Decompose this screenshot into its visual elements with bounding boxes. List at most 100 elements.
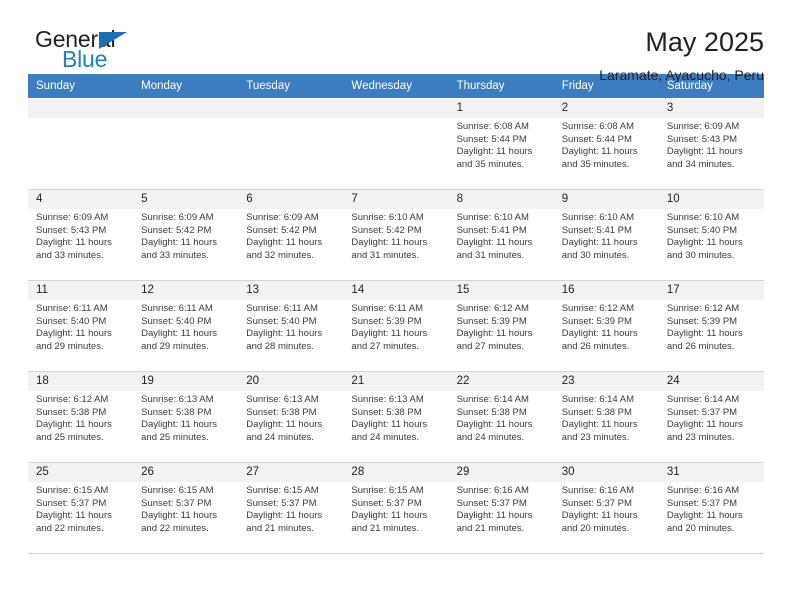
sunrise-text: Sunrise: 6:11 AM: [246, 303, 318, 314]
daylight-text-line1: Daylight: 11 hours: [36, 237, 112, 249]
sunrise-text: Sunrise: 6:15 AM: [351, 485, 424, 496]
day-number: 28: [343, 463, 449, 482]
day-details: Sunrise: 6:09 AM Sunset: 5:43 PM Daylight:…: [659, 118, 764, 171]
calendar-day-cell[interactable]: 25 Sunrise: 6:15 AM Sunset: 5:37 PM Dayligh…: [28, 462, 134, 554]
daylight-text-line1: Daylight: 11 hours: [456, 510, 533, 522]
day-number: 14: [343, 281, 449, 300]
calendar-day-cell[interactable]: 12 Sunrise: 6:11 AM Sunset: 5:40 PM Dayligh…: [133, 280, 239, 372]
calendar-day-cell[interactable]: 30 Sunrise: 6:16 AM Sunset: 5:37 PM Dayligh…: [553, 462, 659, 554]
day-details: Sunrise: 6:10 AM Sunset: 5:41 PM Daylight:…: [449, 209, 554, 262]
sunrise-text: Sunrise: 6:12 AM: [456, 303, 529, 314]
daylight-text-line1: Daylight: 11 hours: [141, 328, 218, 340]
sunrise-text: Sunrise: 6:12 AM: [36, 394, 109, 405]
day-number: 15: [448, 281, 554, 300]
calendar-day-cell[interactable]: 17 Sunrise: 6:12 AM Sunset: 5:39 PM Dayligh…: [658, 280, 764, 372]
day-number: 1: [448, 99, 554, 118]
calendar-day-cell[interactable]: 8 Sunrise: 6:10 AM Sunset: 5:41 PM Daylight…: [448, 189, 554, 281]
day-number: 27: [238, 463, 344, 482]
daylight-text-line2: and 20 minutes.: [666, 522, 735, 534]
calendar-day-cell[interactable]: 6 Sunrise: 6:09 AM Sunset: 5:42 PM Daylight…: [238, 189, 344, 281]
calendar-day-cell[interactable]: 14 Sunrise: 6:11 AM Sunset: 5:39 PM Dayligh…: [343, 280, 449, 372]
daylight-text-line2: and 21 minutes.: [246, 522, 314, 534]
calendar-day-cell[interactable]: 29 Sunrise: 6:16 AM Sunset: 5:37 PM Dayligh…: [448, 462, 554, 554]
day-details: Sunrise: 6:13 AM Sunset: 5:38 PM Daylight:…: [133, 391, 238, 444]
sunset-text: Sunset: 5:37 PM: [666, 406, 738, 418]
day-number-placeholder: [238, 99, 344, 118]
day-details: Sunrise: 6:12 AM Sunset: 5:39 PM Daylight:…: [449, 300, 554, 353]
daylight-text-line2: and 26 minutes.: [666, 340, 735, 352]
daylight-text-line2: and 21 minutes.: [351, 522, 420, 534]
day-details: Sunrise: 6:11 AM Sunset: 5:40 PM Daylight:…: [238, 300, 343, 353]
calendar-day-cell[interactable]: 7 Sunrise: 6:10 AM Sunset: 5:42 PM Daylight…: [343, 189, 449, 281]
day-number: 31: [658, 463, 764, 482]
sunset-text: Sunset: 5:41 PM: [456, 224, 527, 236]
day-details: Sunrise: 6:13 AM Sunset: 5:38 PM Daylight:…: [343, 391, 448, 444]
sunset-text: Sunset: 5:39 PM: [456, 315, 527, 327]
sunrise-text: Sunrise: 6:09 AM: [36, 212, 109, 223]
sunrise-text: Sunrise: 6:08 AM: [456, 121, 529, 132]
sunset-text: Sunset: 5:42 PM: [141, 224, 212, 236]
sunrise-text: Sunrise: 6:11 AM: [141, 303, 213, 314]
calendar-day-cell[interactable]: 20 Sunrise: 6:13 AM Sunset: 5:38 PM Dayligh…: [238, 371, 344, 463]
day-number: 23: [553, 372, 659, 391]
calendar-day-cell[interactable]: 18 Sunrise: 6:12 AM Sunset: 5:38 PM Dayligh…: [28, 371, 134, 463]
day-details: Sunrise: 6:08 AM Sunset: 5:44 PM Daylight:…: [554, 118, 659, 171]
day-number: 22: [448, 372, 554, 391]
day-number: 2: [553, 99, 659, 118]
day-details: Sunrise: 6:09 AM Sunset: 5:42 PM Daylight:…: [133, 209, 238, 262]
calendar-day-cell-empty: [28, 98, 134, 190]
day-number-placeholder: [133, 99, 239, 118]
daylight-text-line1: Daylight: 11 hours: [351, 419, 428, 431]
calendar-day-cell[interactable]: 13 Sunrise: 6:11 AM Sunset: 5:40 PM Dayligh…: [238, 280, 344, 372]
daylight-text-line2: and 20 minutes.: [561, 522, 630, 534]
calendar-day-cell[interactable]: 4 Sunrise: 6:09 AM Sunset: 5:43 PM Daylight…: [28, 189, 134, 281]
day-details: Sunrise: 6:11 AM Sunset: 5:40 PM Daylight:…: [133, 300, 238, 353]
sunset-text: Sunset: 5:41 PM: [561, 224, 632, 236]
calendar-day-cell[interactable]: 11 Sunrise: 6:11 AM Sunset: 5:40 PM Dayligh…: [28, 280, 134, 372]
calendar-day-cell[interactable]: 22 Sunrise: 6:14 AM Sunset: 5:38 PM Dayligh…: [448, 371, 554, 463]
calendar-day-cell[interactable]: 24 Sunrise: 6:14 AM Sunset: 5:37 PM Dayligh…: [658, 371, 764, 463]
calendar-day-cell[interactable]: 28 Sunrise: 6:15 AM Sunset: 5:37 PM Dayligh…: [343, 462, 449, 554]
calendar-day-cell[interactable]: 23 Sunrise: 6:14 AM Sunset: 5:38 PM Dayligh…: [553, 371, 659, 463]
daylight-text-line1: Daylight: 11 hours: [36, 328, 112, 340]
calendar-day-cell[interactable]: 21 Sunrise: 6:13 AM Sunset: 5:38 PM Dayligh…: [343, 371, 449, 463]
calendar-page: General Blue May 2025 Laramate, Ayacucho…: [0, 0, 792, 612]
day-number: 11: [28, 281, 134, 300]
sunrise-text: Sunrise: 6:16 AM: [666, 485, 740, 496]
daylight-text-line2: and 23 minutes.: [561, 431, 630, 443]
calendar-table: Sunday Monday Tuesday Wednesday Thursday Frid…: [28, 74, 764, 554]
day-number: 9: [553, 190, 659, 209]
calendar-day-cell[interactable]: 15 Sunrise: 6:12 AM Sunset: 5:39 PM Dayligh…: [448, 280, 554, 372]
calendar-day-cell[interactable]: 10 Sunrise: 6:10 AM Sunset: 5:40 PM Dayligh…: [658, 189, 764, 281]
day-number: 25: [28, 463, 134, 482]
calendar-day-cell[interactable]: 16 Sunrise: 6:12 AM Sunset: 5:39 PM Dayligh…: [553, 280, 659, 372]
calendar-day-cell[interactable]: 5 Sunrise: 6:09 AM Sunset: 5:42 PM Daylight…: [133, 189, 239, 281]
calendar-day-cell[interactable]: 26 Sunrise: 6:15 AM Sunset: 5:37 PM Dayligh…: [133, 462, 239, 554]
calendar-day-cell[interactable]: 2 Sunrise: 6:08 AM Sunset: 5:44 PM Daylight…: [553, 98, 659, 190]
sunset-text: Sunset: 5:40 PM: [36, 315, 107, 327]
day-number: 18: [28, 372, 134, 391]
daylight-text-line2: and 31 minutes.: [351, 249, 420, 261]
daylight-text-line2: and 22 minutes.: [141, 522, 209, 534]
day-number: 8: [448, 190, 554, 209]
calendar-day-cell[interactable]: 31 Sunrise: 6:16 AM Sunset: 5:37 PM Dayligh…: [658, 462, 764, 554]
calendar-day-cell[interactable]: 9 Sunrise: 6:10 AM Sunset: 5:41 PM Daylight…: [553, 189, 659, 281]
calendar-day-cell[interactable]: 19 Sunrise: 6:13 AM Sunset: 5:38 PM Dayligh…: [133, 371, 239, 463]
day-details: Sunrise: 6:11 AM Sunset: 5:39 PM Daylight:…: [343, 300, 448, 353]
calendar-day-cell[interactable]: 3 Sunrise: 6:09 AM Sunset: 5:43 PM Daylight…: [658, 98, 764, 190]
sunrise-text: Sunrise: 6:10 AM: [351, 212, 424, 223]
daylight-text-line2: and 23 minutes.: [666, 431, 735, 443]
calendar-day-cell-empty: [343, 98, 449, 190]
weekday-header-monday: Monday: [133, 74, 239, 99]
daylight-text-line1: Daylight: 11 hours: [561, 510, 638, 522]
day-number-placeholder: [343, 99, 449, 118]
sunset-text: Sunset: 5:40 PM: [141, 315, 212, 327]
sunrise-text: Sunrise: 6:10 AM: [666, 212, 740, 223]
sunrise-text: Sunrise: 6:09 AM: [246, 212, 319, 223]
sunrise-text: Sunrise: 6:13 AM: [351, 394, 424, 405]
calendar-day-cell[interactable]: 1 Sunrise: 6:08 AM Sunset: 5:44 PM Daylight…: [448, 98, 554, 190]
general-blue-logo[interactable]: General Blue: [28, 26, 208, 74]
calendar-day-cell[interactable]: 27 Sunrise: 6:15 AM Sunset: 5:37 PM Dayligh…: [238, 462, 344, 554]
title-block: May 2025 Laramate, Ayacucho, Peru: [599, 26, 764, 85]
sunrise-text: Sunrise: 6:11 AM: [36, 303, 108, 314]
